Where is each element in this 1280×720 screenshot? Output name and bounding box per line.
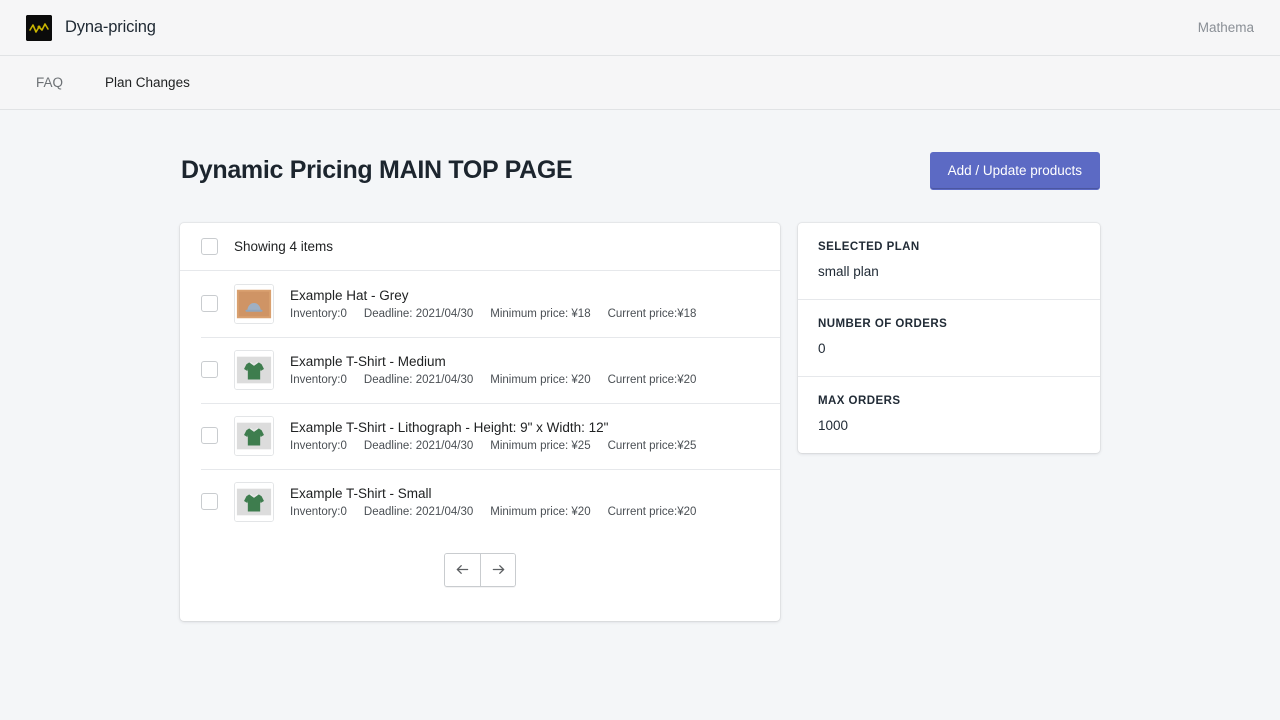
list-item[interactable]: Example T-Shirt - Lithograph - Height: 9… <box>180 403 780 469</box>
row-checkbox[interactable] <box>201 361 218 378</box>
tshirt-green-thumbnail <box>234 350 274 390</box>
minimum-price-value: Minimum price: ¥20 <box>490 374 590 386</box>
product-title: Example T-Shirt - Lithograph - Height: 9… <box>290 419 696 437</box>
nav-link-faq[interactable]: FAQ <box>26 69 73 96</box>
number-of-orders-section: NUMBER OF ORDERS 0 <box>798 299 1100 376</box>
list-item[interactable]: Example Hat - Grey Inventory:0 Deadline:… <box>180 271 780 337</box>
current-price-value: Current price:¥18 <box>608 308 697 320</box>
add-update-products-button[interactable]: Add / Update products <box>930 152 1100 190</box>
max-orders-section: MAX ORDERS 1000 <box>798 376 1100 453</box>
product-title: Example Hat - Grey <box>290 287 696 305</box>
row-checkbox[interactable] <box>201 427 218 444</box>
max-orders-label: MAX ORDERS <box>818 395 1080 407</box>
product-title: Example T-Shirt - Medium <box>290 353 696 371</box>
product-meta: Inventory:0 Deadline: 2021/04/30 Minimum… <box>290 374 696 386</box>
chart-line-logo-icon <box>26 15 52 41</box>
max-orders-value: 1000 <box>818 418 1080 433</box>
current-price-value: Current price:¥25 <box>608 440 697 452</box>
pagination <box>180 535 780 621</box>
product-title: Example T-Shirt - Small <box>290 485 696 503</box>
product-meta: Inventory:0 Deadline: 2021/04/30 Minimum… <box>290 440 696 452</box>
selected-plan-value: small plan <box>818 264 1080 279</box>
brand-name: Dyna-pricing <box>65 18 156 37</box>
plan-summary-card: SELECTED PLAN small plan NUMBER OF ORDER… <box>798 223 1100 453</box>
product-meta: Inventory:0 Deadline: 2021/04/30 Minimum… <box>290 506 696 518</box>
minimum-price-value: Minimum price: ¥18 <box>490 308 590 320</box>
arrow-left-icon <box>454 561 471 578</box>
select-all-checkbox[interactable] <box>201 238 218 255</box>
minimum-price-value: Minimum price: ¥25 <box>490 440 590 452</box>
brand[interactable]: Dyna-pricing <box>26 15 156 41</box>
product-list-card: Showing 4 items <box>180 223 780 621</box>
row-checkbox[interactable] <box>201 493 218 510</box>
number-of-orders-value: 0 <box>818 341 1080 356</box>
account-name[interactable]: Mathema <box>1198 20 1254 35</box>
tshirt-green-thumbnail <box>234 482 274 522</box>
inventory-value: Inventory:0 <box>290 308 347 320</box>
deadline-value: Deadline: 2021/04/30 <box>364 440 473 452</box>
previous-page-button[interactable] <box>445 554 480 586</box>
row-checkbox[interactable] <box>201 295 218 312</box>
list-item[interactable]: Example T-Shirt - Small Inventory:0 Dead… <box>180 469 780 535</box>
page-header: Dynamic Pricing MAIN TOP PAGE Add / Upda… <box>180 152 1100 190</box>
tshirt-green-thumbnail <box>234 416 274 456</box>
number-of-orders-label: NUMBER OF ORDERS <box>818 318 1080 330</box>
inventory-value: Inventory:0 <box>290 374 347 386</box>
inventory-value: Inventory:0 <box>290 440 347 452</box>
minimum-price-value: Minimum price: ¥20 <box>490 506 590 518</box>
deadline-value: Deadline: 2021/04/30 <box>364 374 473 386</box>
deadline-value: Deadline: 2021/04/30 <box>364 308 473 320</box>
current-price-value: Current price:¥20 <box>608 374 697 386</box>
deadline-value: Deadline: 2021/04/30 <box>364 506 473 518</box>
selected-plan-section: SELECTED PLAN small plan <box>798 223 1100 299</box>
product-list-header: Showing 4 items <box>180 223 780 271</box>
nav-link-plan-changes[interactable]: Plan Changes <box>95 69 200 96</box>
inventory-value: Inventory:0 <box>290 506 347 518</box>
arrow-right-icon <box>490 561 507 578</box>
selected-plan-label: SELECTED PLAN <box>818 241 1080 253</box>
list-item[interactable]: Example T-Shirt - Medium Inventory:0 Dea… <box>180 337 780 403</box>
hat-grey-thumbnail <box>234 284 274 324</box>
secondary-nav: FAQ Plan Changes <box>0 56 1280 110</box>
top-bar: Dyna-pricing Mathema <box>0 0 1280 56</box>
showing-items-label: Showing 4 items <box>234 239 333 254</box>
product-meta: Inventory:0 Deadline: 2021/04/30 Minimum… <box>290 308 696 320</box>
page-title: Dynamic Pricing MAIN TOP PAGE <box>181 156 572 185</box>
page-content: Dynamic Pricing MAIN TOP PAGE Add / Upda… <box>0 110 1280 621</box>
current-price-value: Current price:¥20 <box>608 506 697 518</box>
next-page-button[interactable] <box>480 554 515 586</box>
